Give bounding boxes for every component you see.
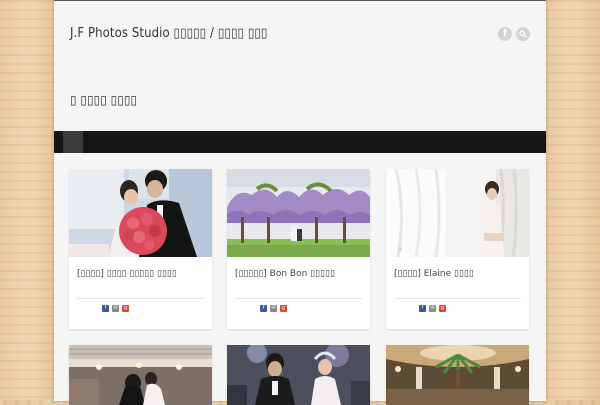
email-share-icon[interactable]: ✉	[112, 305, 119, 312]
post-thumbnail[interactable]	[69, 345, 212, 405]
google-plus-share-icon[interactable]: g	[439, 305, 446, 312]
post-card: Jf [▯▯▯▯] Elaine ▯▯▯▯ f ✉ g	[386, 169, 529, 329]
post-title[interactable]: [▯▯▯▯▯] Bon Bon ▯▯▯▯▯	[235, 269, 335, 279]
nav-home-button[interactable]	[63, 131, 83, 153]
search-icon[interactable]	[516, 27, 530, 41]
site-header: J.F Photos Studio ▯▯▯▯▯ / ▯▯▯▯ ▯▯▯ f ▯ ▯…	[54, 1, 546, 131]
email-share-icon[interactable]: ✉	[270, 305, 277, 312]
main-navigation	[54, 131, 546, 153]
share-buttons: f ✉ g	[260, 305, 287, 312]
post-title[interactable]: [▯▯▯▯] Elaine ▯▯▯▯	[394, 269, 474, 279]
share-buttons: f ✉ g	[419, 305, 446, 312]
post-thumbnail[interactable]	[69, 169, 212, 257]
site-container: J.F Photos Studio ▯▯▯▯▯ / ▯▯▯▯ ▯▯▯ f ▯ ▯…	[54, 0, 546, 405]
google-plus-share-icon[interactable]: g	[280, 305, 287, 312]
facebook-share-icon[interactable]: f	[260, 305, 267, 312]
header-icons: f	[498, 27, 530, 41]
divider	[235, 298, 362, 299]
share-buttons: f ✉ g	[102, 305, 129, 312]
divider	[77, 298, 204, 299]
google-plus-share-icon[interactable]: g	[122, 305, 129, 312]
post-thumbnail[interactable]	[227, 345, 370, 405]
post-thumbnail[interactable]	[386, 345, 529, 405]
email-share-icon[interactable]: ✉	[429, 305, 436, 312]
post-card	[227, 345, 370, 405]
post-title[interactable]: [▯▯▯▯] ▯▯▯▯ ▯▯▯▯▯ ▯▯▯▯	[77, 269, 177, 279]
post-card: [▯▯▯▯] ▯▯▯▯ ▯▯▯▯▯ ▯▯▯▯ f ✉ g	[69, 169, 212, 329]
facebook-share-icon[interactable]: f	[419, 305, 426, 312]
page-heading: ▯ ▯▯▯▯ ▯▯▯▯	[70, 93, 138, 107]
facebook-icon[interactable]: f	[498, 27, 512, 41]
post-card	[386, 345, 529, 405]
post-card: [▯▯▯▯▯] Bon Bon ▯▯▯▯▯ f ✉ g	[227, 169, 370, 329]
background-wood-right	[546, 0, 600, 400]
post-card	[69, 345, 212, 405]
background-wood-left	[0, 0, 54, 400]
site-title[interactable]: J.F Photos Studio ▯▯▯▯▯ / ▯▯▯▯ ▯▯▯	[70, 26, 267, 41]
post-thumbnail[interactable]: Jf	[386, 169, 529, 257]
divider	[394, 298, 521, 299]
facebook-share-icon[interactable]: f	[102, 305, 109, 312]
post-thumbnail[interactable]	[227, 169, 370, 257]
